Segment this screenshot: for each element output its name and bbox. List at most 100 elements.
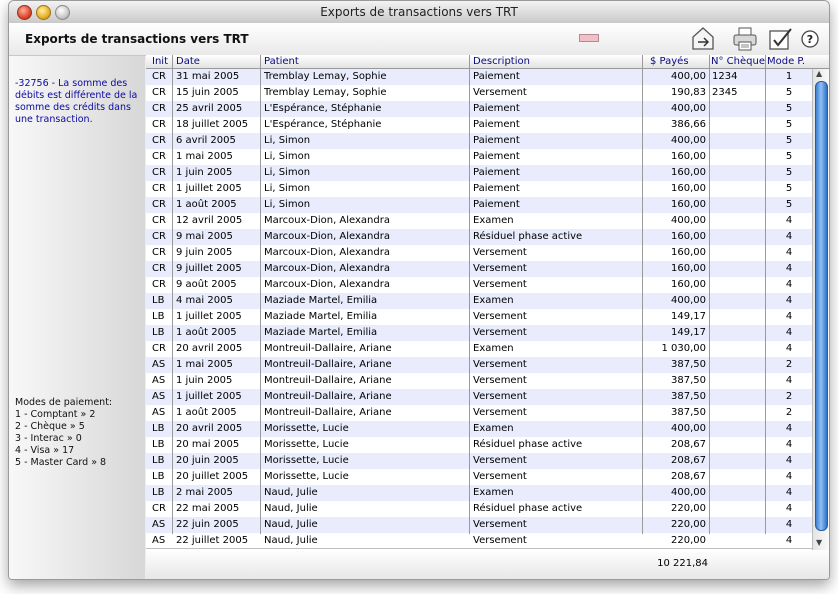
cell-patient: Naud, Julie [264,519,318,530]
table-row[interactable]: CR 25 avril 2005 L'Espérance, Stéphanie Pai… [146,101,829,117]
scroll-up-arrow-icon[interactable]: ▲ [816,69,822,78]
cell-amount: 400,00 [671,103,706,114]
cell-patient: Naud, Julie [264,487,318,498]
cell-init: CR [152,119,166,130]
column-header-init[interactable]: Init [152,55,168,68]
cell-init: AS [152,375,166,386]
print-icon[interactable] [731,25,759,53]
cell-mode: 4 [785,471,793,482]
cell-description: Paiement [473,183,520,194]
table-row[interactable]: AS 22 juin 2005 Naud, Julie Versement 220,00… [146,517,829,533]
cell-init: CR [152,87,166,98]
table-row[interactable]: CR 18 juillet 2005 L'Espérance, Stéphanie P… [146,117,829,133]
table-row[interactable]: CR 1 mai 2005 Li, Simon Paiement 160,00 5 [146,149,829,165]
table-row[interactable]: CR 6 avril 2005 Li, Simon Paiement 400,00 5 [146,133,829,149]
cell-patient: Marcoux-Dion, Alexandra [264,263,390,274]
cell-amount: 400,00 [671,487,706,498]
cell-date: 1 juillet 2005 [176,391,242,402]
table-row[interactable]: CR 22 mai 2005 Naud, Julie Résiduel phase a… [146,501,829,517]
table-row[interactable]: AS 1 août 2005 Montreuil-Dallaire, Ariane V… [146,405,829,421]
table-row[interactable]: LB 4 mai 2005 Maziade Martel, Emilia Examen… [146,293,829,309]
cell-date: 20 juillet 2005 [176,471,249,482]
cell-date: 15 juin 2005 [176,87,239,98]
cell-init: AS [152,359,166,370]
table-row[interactable]: CR 9 août 2005 Marcoux-Dion, Alexandra Vers… [146,277,829,293]
column-header-cheque[interactable]: N° Chèque [711,55,765,68]
cell-date: 1 août 2005 [176,327,237,338]
export-icon[interactable] [689,25,717,53]
cell-amount: 400,00 [671,423,706,434]
cell-init: LB [152,439,165,450]
column-header-date[interactable]: Date [176,55,200,68]
table-row[interactable]: LB 20 juillet 2005 Morissette, Lucie Versem… [146,469,829,485]
table-row[interactable]: LB 20 juin 2005 Morissette, Lucie Versement… [146,453,829,469]
table-row[interactable]: LB 2 mai 2005 Naud, Julie Examen 400,00 4 [146,485,829,501]
scrollbar-thumb[interactable] [815,81,828,531]
status-indicator [579,34,599,42]
cell-description: Versement [473,311,527,322]
cell-init: LB [152,327,165,338]
column-divider [642,55,643,534]
table-row[interactable]: CR 15 juin 2005 Tremblay Lemay, Sophie Vers… [146,85,829,101]
cell-patient: L'Espérance, Stéphanie [264,103,382,114]
table-row[interactable]: AS 1 mai 2005 Montreuil-Dallaire, Ariane Ve… [146,357,829,373]
cell-description: Examen [473,343,514,354]
table-row[interactable]: CR 12 avril 2005 Marcoux-Dion, Alexandra Ex… [146,213,829,229]
payment-modes-title: Modes de paiement: [15,397,113,408]
table-row[interactable]: CR 9 mai 2005 Marcoux-Dion, Alexandra Résid… [146,229,829,245]
table-row[interactable]: LB 20 mai 2005 Morissette, Lucie Résiduel p… [146,437,829,453]
cell-description: Versement [473,263,527,274]
cell-amount: 220,00 [671,519,706,530]
cell-date: 22 mai 2005 [176,503,240,514]
cell-patient: Marcoux-Dion, Alexandra [264,279,390,290]
cell-amount: 160,00 [671,167,706,178]
table-row[interactable]: AS 22 juillet 2005 Naud, Julie Versement 220… [146,533,829,549]
cell-date: 1 mai 2005 [176,359,233,370]
table-row[interactable]: CR 9 juillet 2005 Marcoux-Dion, Alexandra V… [146,261,829,277]
vertical-scrollbar[interactable]: ▲ ▼ [812,69,829,550]
table-row[interactable]: LB 20 avril 2005 Morissette, Lucie Examen 40… [146,421,829,437]
payment-mode-item: 5 - Master Card » 8 [15,457,107,468]
cell-patient: Li, Simon [264,167,311,178]
page-title: Exports de transactions vers TRT [25,32,249,46]
table-footer: 10 221,84 [146,548,829,579]
table-row[interactable]: CR 31 mai 2005 Tremblay Lemay, Sophie Paiem… [146,69,829,85]
column-header-amount[interactable]: $ Payés [650,55,689,68]
cell-init: AS [152,519,166,530]
table-row[interactable]: CR 1 août 2005 Li, Simon Paiement 160,00 5 [146,197,829,213]
payment-mode-item: 4 - Visa » 17 [15,445,75,456]
cell-amount: 220,00 [671,503,706,514]
cell-date: 1 juin 2005 [176,167,233,178]
cell-amount: 190,83 [671,87,706,98]
table-row[interactable]: AS 1 juillet 2005 Montreuil-Dallaire, Aria… [146,389,829,405]
cell-patient: Montreuil-Dallaire, Ariane [264,359,392,370]
cell-mode: 4 [785,519,793,530]
column-divider [765,55,766,534]
column-divider [709,55,710,534]
cell-amount: 400,00 [671,71,706,82]
cell-mode: 4 [785,295,793,306]
table-row[interactable]: CR 9 juin 2005 Marcoux-Dion, Alexandra Vers… [146,245,829,261]
cell-description: Paiement [473,135,520,146]
cell-date: 2 mai 2005 [176,487,233,498]
cell-description: Examen [473,487,514,498]
cell-mode: 4 [785,455,793,466]
cell-amount: 386,66 [671,119,706,130]
table-row[interactable]: LB 1 août 2005 Maziade Martel, Emilia Verse… [146,325,829,341]
cell-description: Versement [473,471,527,482]
table-row[interactable]: CR 20 avril 2005 Montreuil-Dallaire, Arian… [146,341,829,357]
table-row[interactable]: CR 1 juin 2005 Li, Simon Paiement 160,00 5 [146,165,829,181]
cell-mode: 5 [785,151,793,162]
cell-description: Paiement [473,103,520,114]
help-icon[interactable]: ? [801,30,819,48]
sidebar: -32756 - La somme des débits est différe… [9,56,145,579]
column-header-description[interactable]: Description [473,55,530,68]
cell-mode: 4 [785,311,793,322]
scroll-down-arrow-icon[interactable]: ▼ [816,538,822,547]
column-header-mode[interactable]: Mode P. [767,55,805,68]
table-row[interactable]: LB 1 juillet 2005 Maziade Martel, Emilia Ve… [146,309,829,325]
table-row[interactable]: CR 1 juillet 2005 Li, Simon Paiement 160,00 5 [146,181,829,197]
table-row[interactable]: AS 1 juin 2005 Montreuil-Dallaire, Ariane V… [146,373,829,389]
column-header-patient[interactable]: Patient [264,55,299,68]
check-edit-icon[interactable] [767,25,795,53]
